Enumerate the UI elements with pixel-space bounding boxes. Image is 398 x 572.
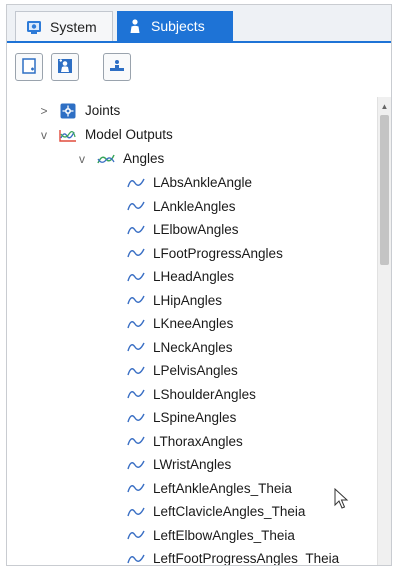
tree-leaf-item[interactable]: LElbowAngles [127, 218, 239, 241]
curve-icon [127, 339, 145, 355]
curve-icon [127, 386, 145, 402]
system-icon [26, 19, 42, 35]
collapse-toggle[interactable]: v [37, 128, 51, 142]
mouse-cursor-icon [334, 487, 350, 513]
tree-leaf-item[interactable]: LFootProgressAngles [127, 242, 283, 265]
tree-leaf-item[interactable]: LWristAngles [127, 453, 231, 476]
load-subject-button[interactable] [103, 53, 131, 81]
tab-system[interactable]: System [15, 11, 113, 41]
tree-leaf-item[interactable]: LAnkleAngles [127, 195, 236, 218]
tree-leaf-item[interactable]: LHipAngles [127, 289, 222, 312]
collapse-toggle[interactable]: v [75, 152, 89, 166]
tree-leaf-label: LKneeAngles [153, 316, 234, 331]
toolbar [7, 47, 391, 91]
curve-icon [127, 316, 145, 332]
subjects-icon [127, 18, 143, 34]
angles-icon [97, 151, 115, 167]
tree-leaf-item[interactable]: LNeckAngles [127, 336, 233, 359]
new-person-icon [56, 57, 74, 78]
vertical-scrollbar[interactable]: ▲ [377, 97, 391, 565]
new-subject-from-template-button[interactable] [51, 53, 79, 81]
load-icon [108, 57, 126, 78]
curve-icon [127, 198, 145, 214]
tree-node-label: Joints [85, 103, 121, 118]
tree-leaf-label: LHeadAngles [153, 269, 235, 284]
tab-subjects-label: Subjects [151, 18, 205, 34]
joints-icon [59, 103, 77, 119]
tab-system-label: System [50, 18, 97, 35]
new-subject-button[interactable] [15, 53, 43, 81]
tree-leaf-item[interactable]: LPelvisAngles [127, 359, 238, 382]
curve-icon [127, 457, 145, 473]
tree-node-label: Model Outputs [85, 127, 173, 142]
tree-leaf-label: LeftAnkleAngles_Theia [153, 480, 292, 496]
tree-leaf-label: LAnkleAngles [153, 198, 236, 214]
tree-node-joints[interactable]: > Joints [37, 99, 120, 122]
tab-bar: System Subjects [7, 5, 391, 43]
tree-node-angles[interactable]: v Angles [75, 147, 164, 170]
tree-leaf-item[interactable]: LeftAnkleAngles_Theia [127, 477, 292, 500]
tree-leaf-label: LeftClavicleAngles_Theia [153, 504, 306, 519]
tree-leaf-label: LHipAngles [153, 292, 223, 308]
tree-leaf-label: LWristAngles [153, 457, 232, 472]
tree-leaf-label: LFootProgressAngles [153, 245, 283, 261]
curve-icon [127, 527, 145, 543]
tree-leaf-label: LElbowAngles [153, 222, 239, 237]
curve-icon [127, 175, 145, 191]
curve-icon [127, 433, 145, 449]
tree-leaf-item[interactable]: LAbsAnkleAngle [127, 171, 252, 194]
tree-leaf-item[interactable]: LeftFootProgressAngles_Theia [127, 547, 340, 566]
tree-leaf-label: LAbsAnkleAngle [153, 175, 253, 190]
tree-leaf-label: LNeckAngles [153, 339, 233, 355]
tab-subjects[interactable]: Subjects [117, 11, 233, 41]
curve-icon [127, 551, 145, 566]
tree-node-model-outputs[interactable]: v Model Outputs [37, 123, 173, 146]
curve-icon [127, 410, 145, 426]
curve-icon [127, 269, 145, 285]
curve-icon [127, 480, 145, 496]
scroll-up-arrow-icon[interactable]: ▲ [378, 99, 391, 113]
tree-leaf-label: LShoulderAngles [153, 386, 256, 402]
tree-leaf-item[interactable]: LeftClavicleAngles_Theia [127, 500, 305, 523]
curve-icon [127, 363, 145, 379]
scrollbar-thumb[interactable] [380, 115, 389, 265]
curve-icon [127, 292, 145, 308]
tree-leaf-item[interactable]: LeftElbowAngles_Theia [127, 524, 295, 547]
curve-icon [127, 504, 145, 520]
tree-node-label: Angles [123, 151, 165, 166]
tree-leaf-label: LThoraxAngles [153, 433, 243, 449]
curve-icon [127, 245, 145, 261]
subjects-panel: System Subjects > Joints v Model Outputs… [6, 4, 392, 566]
tree-leaf-item[interactable]: LThoraxAngles [127, 430, 243, 453]
tree-leaf-item[interactable]: LHeadAngles [127, 265, 234, 288]
tree-leaf-item[interactable]: LShoulderAngles [127, 383, 256, 406]
tree-leaf-item[interactable]: LKneeAngles [127, 312, 233, 335]
new-blank-icon [20, 57, 38, 78]
tree-leaf-label: LPelvisAngles [153, 363, 238, 378]
tree-leaf-item[interactable]: LSpineAngles [127, 406, 236, 429]
curve-icon [127, 222, 145, 238]
subject-tree[interactable]: > Joints v Model Outputs v Angles LAbsAn… [7, 97, 379, 566]
tree-leaf-label: LeftFootProgressAngles_Theia [153, 551, 340, 566]
expand-toggle[interactable]: > [37, 104, 51, 118]
tree-leaf-label: LeftElbowAngles_Theia [153, 527, 295, 543]
tree-leaf-label: LSpineAngles [153, 410, 237, 425]
model-outputs-icon [59, 127, 77, 143]
